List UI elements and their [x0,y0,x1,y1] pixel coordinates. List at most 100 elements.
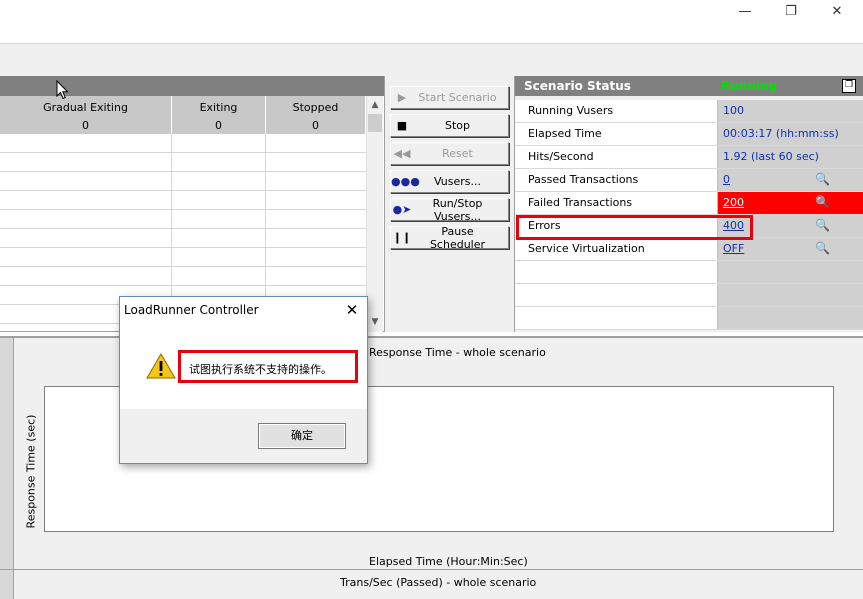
pause-icon: ❙❙ [392,231,412,244]
status-row-hits-second: Hits/Second 1.92 (last 60 sec) [515,146,863,169]
reset-button[interactable]: ◀◀ Reset [390,142,509,165]
errors-highlight-frame [516,215,753,240]
start-scenario-button[interactable]: ▶ Start Scenario [390,86,509,109]
vuser-groups-grid: Gradual Exiting 0 Exiting 0 Stopped 0 ▲ … [0,76,384,332]
grid-row[interactable] [0,172,366,191]
status-label-empty [515,284,718,306]
restore-icon: ❐ [844,80,854,90]
status-value: 100 [723,104,744,117]
status-label-empty [515,261,718,283]
magnifier-icon[interactable]: 🔍 [815,241,830,255]
column-gradual-exiting[interactable]: Gradual Exiting 0 [0,96,172,134]
scenario-state: Running [721,79,778,93]
play-icon: ▶ [397,91,407,104]
run-stop-vusers-button[interactable]: ●➤ Run/Stop Vusers... [390,197,509,223]
graph-title: Response Time - whole scenario [369,346,546,359]
close-window-button[interactable]: ✕ [814,0,860,22]
dialog-message: 试图执行系统不支持的操作。 [189,363,332,376]
restore-icon: ❐ [785,3,797,19]
status-row-empty [515,284,863,307]
grid-row[interactable] [0,210,366,229]
status-row-empty [515,261,863,284]
graph-side-bar [0,338,14,571]
start-scenario-label: Start Scenario [418,91,497,104]
x-axis-label: Elapsed Time (Hour:Min:Sec) [369,555,528,568]
grid-row[interactable] [0,267,366,286]
pause-scheduler-button[interactable]: ❙❙ Pause Scheduler [390,224,509,251]
status-value-empty [718,284,863,306]
service-virtualization-link[interactable]: OFF [723,242,744,255]
status-value-empty [718,307,863,329]
status-label-empty [515,307,718,329]
warning-icon [146,353,176,379]
status-value: 1.92 (last 60 sec) [723,150,819,163]
status-row-service-virtualization: Service Virtualization OFF 🔍 [515,238,863,261]
status-label: Service Virtualization [515,238,718,260]
trans-sec-graph-header: Trans/Sec (Passed) - whole scenario [0,569,863,599]
status-row-failed-transactions: Failed Transactions 200 🔍 [515,192,863,215]
dialog-title: LoadRunner Controller [124,303,259,317]
status-label: Running Vusers [515,100,718,122]
toolbar-area [0,43,863,76]
status-row-passed-transactions: Passed Transactions 0 🔍 [515,169,863,192]
panel-restore-button[interactable]: ❐ [842,79,856,93]
column-count: 0 [312,119,319,132]
mouse-cursor-icon [56,80,69,100]
scenario-status-panel: Scenario Status Running ❐ Running Vusers… [514,76,863,332]
trans-sec-graph-title: Trans/Sec (Passed) - whole scenario [340,576,537,589]
restore-button[interactable]: ❐ [768,0,814,22]
failed-transactions-link[interactable]: 200 [723,196,744,209]
magnifier-icon[interactable]: 🔍 [815,195,830,209]
dialog-close-button[interactable]: ✕ [341,301,363,321]
grid-row[interactable] [0,134,366,153]
scroll-down-icon[interactable]: ▼ [367,314,383,330]
column-name: Gradual Exiting [43,101,128,114]
column-exiting[interactable]: Exiting 0 [172,96,266,134]
user-run-icon: ●➤ [392,203,412,216]
grid-row[interactable] [0,153,366,172]
status-value: 00:03:17 (hh:mm:ss) [723,127,839,140]
scroll-up-icon[interactable]: ▲ [367,97,383,113]
stop-label: Stop [444,119,470,132]
vusers-label: Vusers... [434,175,481,188]
status-value-empty [718,261,863,283]
status-label: Elapsed Time [515,123,718,145]
magnifier-icon[interactable]: 🔍 [815,172,830,186]
graph-side-bar [0,570,14,599]
pause-scheduler-label: Pause Scheduler [429,224,486,251]
close-icon: ✕ [345,301,359,319]
close-icon: ✕ [831,3,843,19]
grid-scrollbar[interactable]: ▲ ▼ [366,96,383,332]
grid-row[interactable] [0,229,366,248]
column-name: Exiting [199,101,238,114]
rewind-icon: ◀◀ [393,147,411,160]
ok-button[interactable]: 确定 [258,423,346,449]
reset-label: Reset [442,147,473,160]
scenario-controls: ▶ Start Scenario ■ Stop ◀◀ Reset ●●● Vus… [384,76,514,332]
message-highlight-frame: 试图执行系统不支持的操作。 [178,350,358,383]
error-dialog: LoadRunner Controller ✕ 试图执行系统不支持的操作。 确定 [119,296,368,464]
vusers-button[interactable]: ●●● Vusers... [390,170,509,193]
scroll-thumb[interactable] [368,114,382,132]
status-row-elapsed-time: Elapsed Time 00:03:17 (hh:mm:ss) [515,123,863,146]
minimize-icon: — [738,3,752,19]
status-row-running-vusers: Running Vusers 100 [515,100,863,123]
scenario-status-header: Scenario Status Running ❐ [515,76,863,96]
y-axis-label: Response Time (sec) [24,414,38,529]
grid-row[interactable] [0,248,366,267]
status-label: Hits/Second [515,146,718,168]
status-row-empty [515,307,863,330]
stop-icon: ■ [396,119,408,132]
status-label: Failed Transactions [515,192,718,214]
column-count: 0 [82,119,89,132]
column-name: Stopped [292,101,339,114]
stop-button[interactable]: ■ Stop [390,114,509,137]
grid-row[interactable] [0,191,366,210]
minimize-button[interactable]: — [722,0,768,22]
passed-transactions-link[interactable]: 0 [723,173,730,186]
dialog-footer: 确定 [120,409,367,463]
magnifier-icon[interactable]: 🔍 [815,218,830,232]
column-stopped[interactable]: Stopped 0 [266,96,366,134]
scenario-status-title: Scenario Status [524,79,631,93]
status-label: Passed Transactions [515,169,718,191]
